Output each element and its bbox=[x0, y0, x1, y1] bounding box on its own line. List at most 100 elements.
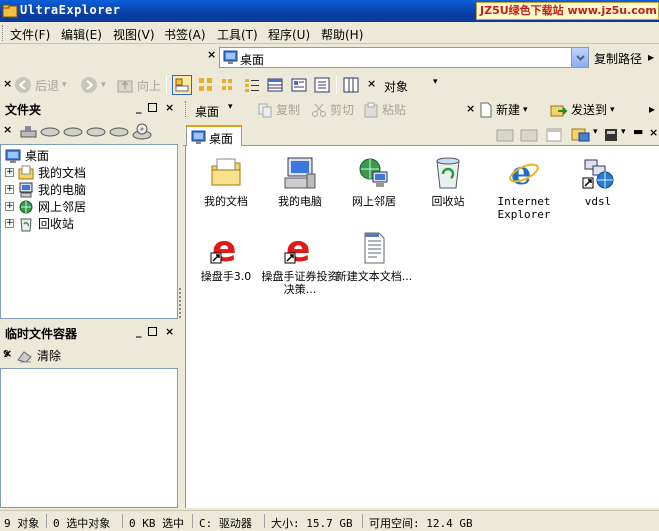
menu-tools[interactable]: 工具(T) bbox=[217, 26, 258, 43]
eraser-icon bbox=[17, 350, 32, 363]
forward-dropdown-icon[interactable]: ▾ bbox=[101, 80, 106, 90]
expand-icon[interactable]: + bbox=[5, 219, 14, 228]
cut-button[interactable]: 剪切 bbox=[311, 101, 354, 118]
tree-item-my-documents[interactable]: + 我的文档 bbox=[5, 164, 86, 181]
window-icon[interactable] bbox=[545, 127, 563, 143]
menu-view[interactable]: 视图(V) bbox=[113, 26, 155, 43]
folder-back-icon[interactable] bbox=[495, 127, 515, 143]
minimize-panel-icon[interactable]: _ bbox=[136, 101, 142, 114]
objects-dropdown-icon[interactable]: ▾ bbox=[433, 77, 438, 87]
separator bbox=[122, 514, 123, 528]
panel-splitter[interactable] bbox=[179, 288, 181, 318]
copy-path-button[interactable]: 复制路径 bbox=[594, 50, 642, 67]
copy-icon bbox=[258, 103, 272, 117]
send-to-icon bbox=[550, 105, 568, 116]
thumbnails-icon bbox=[175, 78, 189, 92]
forward-button[interactable]: ▾ bbox=[80, 76, 106, 94]
desktop-item-internet-explorer[interactable]: e Internet Explorer bbox=[484, 154, 564, 221]
expand-icon[interactable]: + bbox=[5, 185, 14, 194]
status-free-space: 可用空间: 12.4 GB bbox=[369, 517, 473, 530]
toolbar-grip[interactable] bbox=[185, 101, 188, 117]
desktop-item-label: 操盘手证券投资决策... bbox=[261, 270, 339, 296]
list-view-icon[interactable] bbox=[243, 76, 261, 94]
tree-item-my-computer[interactable]: + 我的电脑 bbox=[5, 181, 86, 198]
address-dropdown-button[interactable] bbox=[571, 48, 588, 67]
menu-programs[interactable]: 程序(U) bbox=[268, 26, 310, 43]
temp-file-list[interactable] bbox=[0, 368, 178, 508]
desktop-item-new-text-document[interactable]: 新建文本文档... bbox=[334, 231, 414, 283]
tiles-view-icon[interactable] bbox=[290, 76, 308, 94]
drive-select-dropdown-icon[interactable]: ▾ bbox=[621, 127, 626, 137]
maximize-panel-icon[interactable] bbox=[148, 327, 157, 336]
view-thumbnails-button[interactable] bbox=[172, 75, 192, 95]
menu-file[interactable]: 文件(F) bbox=[10, 26, 50, 43]
hard-drive-icon[interactable] bbox=[109, 125, 129, 139]
temp-panel-title: 临时文件容器 bbox=[5, 327, 78, 341]
folder-tree[interactable]: 桌面 + 我的文档 + 我的电脑 + 网上邻居 + 回收站 bbox=[0, 144, 178, 319]
hard-drive-icon[interactable] bbox=[63, 125, 83, 139]
title-bar[interactable]: UltraExplorer JZ5U绿色下载站 www.jz5u.com bbox=[0, 0, 659, 22]
new-button[interactable]: 新建 ▾ bbox=[479, 101, 528, 118]
close-panel-icon[interactable]: × bbox=[165, 101, 174, 114]
desktop-item-caopanshou-securities[interactable]: e 操盘手证券投资决策... bbox=[260, 229, 340, 296]
tree-item-recycle-bin[interactable]: + 回收站 bbox=[5, 215, 74, 232]
folder-options-dropdown-icon[interactable]: ▾ bbox=[593, 127, 598, 137]
desktop-item-vdsl[interactable]: vdsl bbox=[558, 156, 638, 208]
folder-options-icon[interactable] bbox=[571, 126, 591, 144]
close-tab-icon[interactable]: × bbox=[649, 126, 658, 139]
new-toolbar-close-icon[interactable]: × bbox=[466, 102, 475, 115]
address-close-icon[interactable]: × bbox=[207, 48, 216, 61]
temp-count: 9 bbox=[3, 349, 10, 360]
paste-button[interactable]: 粘贴 bbox=[363, 101, 406, 118]
details-view-icon[interactable] bbox=[266, 76, 284, 94]
columns-view-icon[interactable] bbox=[342, 76, 360, 94]
minimize-panel-icon[interactable]: _ bbox=[136, 325, 142, 338]
desktop-icon bbox=[223, 50, 238, 64]
desktop-item-caopanshou[interactable]: e 操盘手3.0 bbox=[186, 229, 266, 283]
cd-drive-icon[interactable] bbox=[132, 123, 152, 141]
folder-forward-icon[interactable] bbox=[519, 127, 539, 143]
drive-select-icon[interactable] bbox=[603, 126, 619, 144]
desktop-item-network[interactable]: 网上邻居 bbox=[334, 156, 414, 208]
expand-icon[interactable]: + bbox=[5, 202, 14, 211]
toolbar-more-icon[interactable]: ▸ bbox=[649, 102, 655, 116]
hard-drive-icon[interactable] bbox=[86, 125, 106, 139]
desktop-item-my-documents[interactable]: 我的文档 bbox=[186, 156, 266, 208]
clear-button[interactable]: 清除 bbox=[16, 347, 61, 364]
up-button[interactable]: 向上 bbox=[116, 76, 161, 94]
back-dropdown-icon[interactable]: ▾ bbox=[62, 80, 67, 90]
drives-toolbar-close-icon[interactable]: × bbox=[3, 123, 12, 136]
desktop-item-recycle-bin[interactable]: 回收站 bbox=[408, 156, 488, 208]
back-button[interactable]: 后退 ▾ bbox=[14, 76, 67, 94]
tab-desktop[interactable]: 桌面 bbox=[186, 125, 242, 147]
caopanshou-icon: e bbox=[284, 229, 310, 270]
report-view-icon[interactable] bbox=[313, 76, 331, 94]
objects-toolbar-close-icon[interactable]: × bbox=[367, 77, 376, 90]
minimize-pane-icon[interactable]: ▬ bbox=[633, 125, 643, 138]
new-dropdown-icon[interactable]: ▾ bbox=[523, 105, 528, 115]
tree-item-network[interactable]: + 网上邻居 bbox=[5, 198, 86, 215]
send-to-dropdown-icon[interactable]: ▾ bbox=[610, 105, 615, 115]
small-icons-view-icon[interactable] bbox=[220, 76, 238, 94]
menu-help[interactable]: 帮助(H) bbox=[321, 26, 363, 43]
close-panel-icon[interactable]: × bbox=[165, 325, 174, 338]
menu-bookmarks[interactable]: 书签(A) bbox=[164, 26, 206, 43]
menu-edit[interactable]: 编辑(E) bbox=[61, 26, 102, 43]
maximize-panel-icon[interactable] bbox=[148, 103, 157, 112]
file-view[interactable]: 我的文档 我的电脑 网上邻居 回收站 e Internet Explorer v… bbox=[185, 146, 659, 508]
toolbar-grip[interactable] bbox=[2, 25, 5, 41]
address-field[interactable]: 桌面 bbox=[219, 47, 589, 68]
hard-drive-icon[interactable] bbox=[40, 125, 60, 139]
send-to-button[interactable]: 发送到 ▾ bbox=[550, 101, 615, 118]
desktop-item-my-computer[interactable]: 我的电脑 bbox=[260, 156, 340, 208]
toolbar-close-icon[interactable]: × bbox=[3, 77, 12, 90]
tree-item-desktop[interactable]: 桌面 bbox=[5, 147, 49, 164]
large-icons-view-icon[interactable] bbox=[197, 76, 215, 94]
copy-label: 复制 bbox=[276, 103, 301, 117]
floppy-drive-icon[interactable] bbox=[18, 124, 38, 140]
expand-icon[interactable]: + bbox=[5, 168, 14, 177]
location-label[interactable]: 桌面 bbox=[195, 103, 219, 120]
location-dropdown-icon[interactable]: ▾ bbox=[228, 102, 233, 112]
copy-button[interactable]: 复制 bbox=[257, 101, 300, 118]
copy-path-dropdown-icon[interactable]: ▸ bbox=[648, 50, 654, 64]
